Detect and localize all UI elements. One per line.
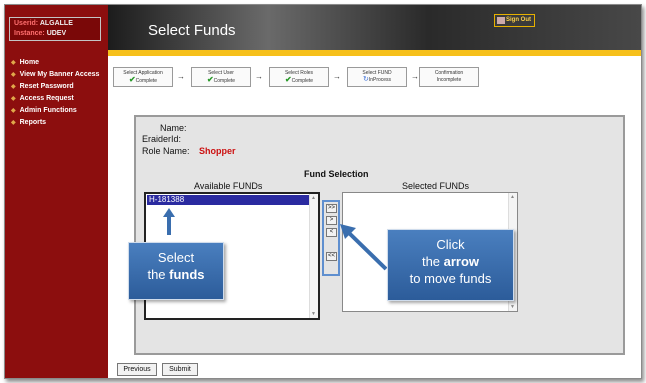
instance-value: UDEV xyxy=(46,30,67,37)
step-select-application: Select Application ✔Complete xyxy=(113,67,173,87)
check-icon: ✔ xyxy=(128,75,136,84)
page-title: Select Funds xyxy=(148,22,236,39)
selected-funds-label: Selected FUNDs xyxy=(402,181,470,191)
sign-out-icon xyxy=(497,17,505,24)
step-status: Incomplete xyxy=(436,77,462,83)
sidebar-item-home[interactable]: ◆ Home xyxy=(11,57,99,69)
sidebar-item-reports[interactable]: ◆ Reports xyxy=(11,117,99,129)
scroll-up-icon[interactable]: ▲ xyxy=(510,194,515,200)
diagonal-arrow-icon xyxy=(340,224,388,271)
sign-out-label: Sign Out xyxy=(506,17,531,23)
click-arrow-callout: Click the arrow to move funds xyxy=(387,229,514,301)
sidebar-item-label: Admin Functions xyxy=(19,107,77,114)
bullet-icon: ◆ xyxy=(11,72,16,78)
step-arrow-icon: → xyxy=(255,72,263,81)
role-name-value: Shopper xyxy=(199,146,236,156)
sidebar-item-admin-functions[interactable]: ◆ Admin Functions xyxy=(11,105,99,117)
previous-button[interactable]: Previous xyxy=(117,363,157,376)
bullet-icon: ◆ xyxy=(11,96,16,102)
scroll-down-icon[interactable]: ▼ xyxy=(311,311,316,317)
scroll-up-icon[interactable]: ▲ xyxy=(311,195,316,201)
sidebar-item-label: Reset Password xyxy=(19,83,74,90)
callout-emphasis: arrow xyxy=(443,254,480,269)
callout-text: to move funds xyxy=(409,271,492,286)
sign-out-button[interactable]: Sign Out xyxy=(494,14,535,27)
sidebar-item-label: View My Banner Access xyxy=(19,71,100,78)
step-select-fund: Select FUND ↻InProcess xyxy=(347,67,407,87)
bullet-icon: ◆ xyxy=(11,108,16,114)
sidebar-item-access-request[interactable]: ◆ Access Request xyxy=(11,93,99,105)
up-arrow-icon xyxy=(163,208,175,235)
fund-selection-title: Fund Selection xyxy=(304,169,369,179)
userid-label: Userid: xyxy=(14,20,39,27)
user-info: Userid: ALGALLE Instance: UDEV xyxy=(9,17,101,41)
sidebar-item-label: Reports xyxy=(19,119,47,126)
sidebar-item-reset-password[interactable]: ◆ Reset Password xyxy=(11,81,99,93)
instance-label: Instance: xyxy=(14,30,45,37)
userid-value: ALGALLE xyxy=(39,20,73,27)
bullet-icon: ◆ xyxy=(11,84,16,90)
bullet-icon: ◆ xyxy=(11,120,16,126)
available-funds-label: Available FUNDs xyxy=(194,181,263,191)
move-all-right-button[interactable]: >> xyxy=(326,204,337,213)
move-all-left-button[interactable]: << xyxy=(326,252,337,261)
callout-emphasis: funds xyxy=(169,267,205,282)
step-confirmation: Confirmation Incomplete xyxy=(419,67,479,87)
page-header: Select Funds Sign Out xyxy=(108,5,641,50)
step-arrow-icon: → xyxy=(177,72,185,81)
scroll-down-icon[interactable]: ▼ xyxy=(510,304,515,310)
role-name-label: Role Name: xyxy=(142,146,190,156)
eraiderid-label: EraiderId: xyxy=(142,134,182,144)
step-status: Complete xyxy=(135,78,158,84)
select-funds-callout: Select the funds xyxy=(128,242,224,300)
sidebar-item-view-banner-access[interactable]: ◆ View My Banner Access xyxy=(11,69,99,81)
sidebar-nav: ◆ Home ◆ View My Banner Access ◆ Reset Pass… xyxy=(11,57,99,129)
step-select-roles: Select Roles ✔Complete xyxy=(269,67,329,87)
bullet-icon: ◆ xyxy=(11,60,16,66)
header-accent-bar xyxy=(108,50,641,56)
sidebar-item-label: Home xyxy=(19,59,40,66)
callout-text: the xyxy=(421,254,444,269)
step-status: Complete xyxy=(213,78,236,84)
callout-text: Click xyxy=(436,237,465,252)
move-left-button[interactable]: < xyxy=(326,228,337,237)
step-arrow-icon: → xyxy=(333,72,341,81)
available-list-scrollbar[interactable]: ▲ ▼ xyxy=(309,194,318,318)
callout-text: Select xyxy=(157,250,195,265)
step-arrow-icon: → xyxy=(411,72,419,81)
sidebar: Userid: ALGALLE Instance: UDEV ◆ Home ◆ Vi… xyxy=(5,5,108,378)
callout-text: the xyxy=(147,267,170,282)
step-status: Complete xyxy=(291,78,314,84)
name-label: Name: xyxy=(160,123,187,133)
step-select-user: Select User ✔Complete xyxy=(191,67,251,87)
step-status: InProcess xyxy=(368,77,392,83)
check-icon: ✔ xyxy=(284,75,292,84)
move-right-button[interactable]: > xyxy=(326,216,337,225)
sidebar-item-label: Access Request xyxy=(19,95,74,102)
fund-option[interactable]: H-181388 xyxy=(147,195,311,205)
app-window: Userid: ALGALLE Instance: UDEV ◆ Home ◆ Vi… xyxy=(4,4,642,379)
check-icon: ✔ xyxy=(206,75,214,84)
submit-button[interactable]: Submit xyxy=(162,363,198,376)
